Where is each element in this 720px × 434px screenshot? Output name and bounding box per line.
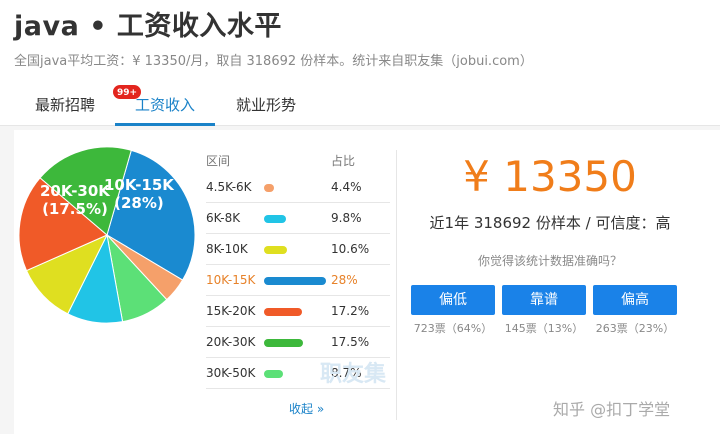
salary-pie-chart	[18, 146, 196, 324]
table-row: 15K-20K 17.2%	[206, 296, 390, 327]
page-title: java • 工资收入水平	[14, 11, 282, 42]
vote-low-button[interactable]: 偏低	[411, 285, 495, 315]
range-label: 30K-50K	[206, 366, 256, 380]
share-value: 4.4%	[331, 180, 362, 194]
table-row: 20K-30K 17.5%	[206, 327, 390, 358]
col-header-range: 区间	[206, 154, 231, 168]
vote-high-button[interactable]: 偏高	[593, 285, 677, 315]
average-salary: ¥ 13350	[463, 152, 637, 201]
table-row: 4.5K-6K 4.4%	[206, 172, 390, 203]
pie-label-20k-30k: 20K-30K (17.5%)	[40, 182, 110, 218]
share-value: 10.6%	[331, 242, 370, 256]
vote-low-count: 723票（64%）	[413, 322, 493, 335]
jobui-watermark: 职友集	[320, 362, 387, 387]
range-label: 4.5K-6K	[206, 180, 252, 194]
vote-high-count: 263票（23%）	[595, 322, 675, 335]
tab-bar: 最新招聘 99+ 工资收入 就业形势	[0, 84, 720, 126]
share-value: 9.8%	[331, 211, 362, 225]
sample-info: 近1年 318692 份样本 / 可信度：高	[429, 214, 671, 232]
range-label: 15K-20K	[206, 304, 256, 318]
range-label: 20K-30K	[206, 335, 256, 349]
share-value: 17.2%	[331, 304, 370, 318]
page-subtitle: 全国java平均工资：¥ 13350/月，取自 318692 份样本。统计来自职…	[14, 54, 533, 69]
accuracy-question: 你觉得该统计数据准确吗？	[477, 254, 622, 268]
table-row: 8K-10K 10.6%	[206, 234, 390, 265]
share-bar	[264, 339, 303, 347]
collapse-link[interactable]: 收起 »	[289, 400, 324, 417]
share-value: 28%	[331, 273, 358, 287]
table-row: 6K-8K 9.8%	[206, 203, 390, 234]
share-bar	[264, 215, 286, 223]
col-header-share: 占比	[331, 154, 356, 168]
pie-label-10k-15k: 10K-15K (28%)	[104, 176, 174, 212]
vote-accurate-button[interactable]: 靠谱	[502, 285, 586, 315]
range-label: 10K-15K	[206, 273, 256, 287]
share-bar	[264, 370, 284, 378]
table-row: 10K-15K 28%	[206, 265, 390, 296]
share-bar	[264, 246, 288, 254]
tab-latest-jobs[interactable]: 最新招聘 99+	[22, 84, 143, 126]
share-bar	[264, 308, 303, 316]
share-value: 17.5%	[331, 335, 370, 349]
share-bar	[264, 184, 274, 192]
zhihu-watermark: 知乎 @扣丁学堂	[553, 400, 671, 419]
tab-label: 最新招聘	[34, 96, 95, 114]
divider	[396, 150, 397, 420]
range-label: 6K-8K	[206, 211, 241, 225]
range-label: 8K-10K	[206, 242, 248, 256]
share-bar	[264, 277, 326, 285]
tab-salary[interactable]: 工资收入	[115, 84, 215, 126]
vote-accurate-count: 145票（13%）	[504, 322, 584, 335]
tab-employment[interactable]: 就业形势	[225, 84, 307, 126]
